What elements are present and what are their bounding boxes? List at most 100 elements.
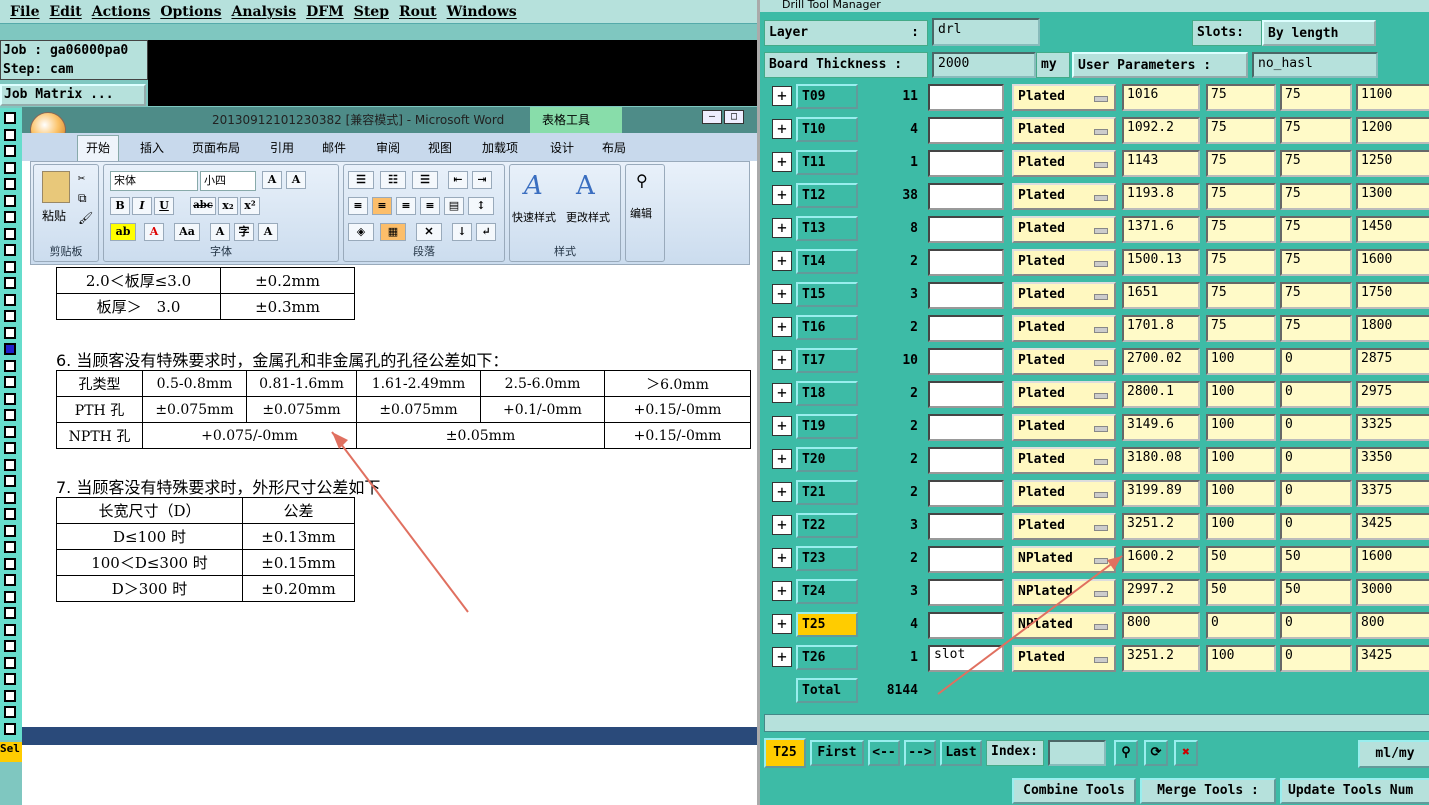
layer-square[interactable] bbox=[4, 260, 16, 273]
finish-size-field[interactable]: 2800.1 bbox=[1122, 381, 1200, 408]
bullets-icon[interactable]: ☰ bbox=[348, 171, 374, 189]
menu-edit[interactable]: Edit bbox=[49, 4, 81, 20]
show-marks-icon[interactable]: ↵ bbox=[476, 223, 496, 241]
plus-tol-field[interactable]: 50 bbox=[1206, 546, 1276, 573]
drill-size-field[interactable]: 1250 bbox=[1356, 150, 1429, 177]
minus-tol-field[interactable]: 50 bbox=[1280, 579, 1352, 606]
expand-icon[interactable]: + bbox=[772, 152, 792, 172]
change-case-icon[interactable]: A bbox=[262, 171, 282, 189]
layer-square[interactable] bbox=[4, 689, 16, 702]
tool-type-select[interactable]: Plated bbox=[1012, 315, 1116, 342]
tool-type-select[interactable]: NPlated bbox=[1012, 579, 1116, 606]
search-icon[interactable]: ⚲ bbox=[1114, 740, 1138, 766]
plus-tol-field[interactable]: 75 bbox=[1206, 117, 1276, 144]
layer-square[interactable] bbox=[4, 706, 16, 718]
tool-type-select[interactable]: Plated bbox=[1012, 348, 1116, 375]
tool-type-select[interactable]: NPlated bbox=[1012, 612, 1116, 639]
drill-size-field[interactable]: 800 bbox=[1356, 612, 1429, 639]
finish-size-field[interactable]: 3251.2 bbox=[1122, 645, 1200, 672]
tool-text-field[interactable] bbox=[928, 513, 1004, 540]
distributed-icon[interactable]: ▤ bbox=[444, 197, 464, 215]
layer-square[interactable] bbox=[4, 442, 16, 454]
expand-icon[interactable]: + bbox=[772, 548, 792, 568]
finish-size-field[interactable]: 1600.2 bbox=[1122, 546, 1200, 573]
layer-strip[interactable] bbox=[0, 108, 22, 740]
plus-tol-field[interactable]: 75 bbox=[1206, 315, 1276, 342]
drill-size-field[interactable]: 3425 bbox=[1356, 513, 1429, 540]
tool-button[interactable]: T17 bbox=[796, 348, 858, 373]
tab-layout[interactable]: 页面布局 bbox=[192, 139, 240, 156]
layer-square[interactable] bbox=[4, 409, 16, 421]
tool-button[interactable]: T12 bbox=[796, 183, 858, 208]
expand-icon[interactable]: + bbox=[772, 86, 792, 106]
font-color-icon[interactable]: A bbox=[144, 223, 164, 241]
layer-square[interactable] bbox=[4, 194, 16, 207]
plus-tol-field[interactable]: 75 bbox=[1206, 216, 1276, 243]
drill-size-field[interactable]: 1100 bbox=[1356, 84, 1429, 111]
edit-label[interactable]: 编辑 bbox=[630, 205, 652, 221]
layer-field[interactable]: drl bbox=[932, 18, 1040, 46]
plus-tol-field[interactable]: 0 bbox=[1206, 612, 1276, 639]
copy-icon[interactable]: ⧉ bbox=[78, 191, 87, 206]
tool-button[interactable]: T18 bbox=[796, 381, 858, 406]
menu-options[interactable]: Options bbox=[160, 4, 221, 20]
tab-design[interactable]: 设计 bbox=[550, 139, 574, 156]
char-shading-icon[interactable]: A bbox=[210, 223, 230, 241]
tool-text-field[interactable] bbox=[928, 348, 1004, 375]
tool-button[interactable]: T23 bbox=[796, 546, 858, 571]
sort-icon[interactable]: ↓ bbox=[452, 223, 472, 241]
layer-square[interactable] bbox=[4, 458, 16, 471]
layer-square[interactable] bbox=[4, 722, 16, 735]
minus-tol-field[interactable]: 0 bbox=[1280, 447, 1352, 474]
tool-text-field[interactable] bbox=[928, 612, 1004, 639]
tool-button[interactable]: T20 bbox=[796, 447, 858, 472]
unit-select[interactable]: ml/my bbox=[1358, 740, 1429, 768]
tool-text-field[interactable] bbox=[928, 579, 1004, 606]
tool-button[interactable]: T22 bbox=[796, 513, 858, 538]
refresh-icon[interactable]: ⟳ bbox=[1144, 740, 1168, 766]
plus-tol-field[interactable]: 75 bbox=[1206, 282, 1276, 309]
minus-tol-field[interactable]: 75 bbox=[1280, 216, 1352, 243]
find-binoculars-icon[interactable]: ⚲ bbox=[636, 171, 648, 190]
font-name-select[interactable]: 宋体 bbox=[110, 171, 198, 191]
paste-label[interactable]: 粘贴 bbox=[42, 207, 66, 224]
minus-tol-field[interactable]: 75 bbox=[1280, 150, 1352, 177]
justify-icon[interactable]: ≡ bbox=[420, 197, 440, 215]
table-tools-tab[interactable]: 表格工具 bbox=[530, 107, 622, 133]
update-tools-num-button[interactable]: Update Tools Num bbox=[1280, 778, 1429, 804]
plus-tol-field[interactable]: 50 bbox=[1206, 579, 1276, 606]
expand-icon[interactable]: + bbox=[772, 317, 792, 337]
menu-actions[interactable]: Actions bbox=[92, 4, 151, 20]
layer-square[interactable] bbox=[4, 293, 16, 306]
multilevel-list-icon[interactable]: ☰ bbox=[412, 171, 438, 189]
change-styles-label[interactable]: 更改样式 bbox=[566, 209, 610, 225]
enclose-char-icon[interactable]: 字 bbox=[234, 223, 254, 241]
tool-text-field[interactable] bbox=[928, 546, 1004, 573]
minus-tol-field[interactable]: 75 bbox=[1280, 117, 1352, 144]
minus-tol-field[interactable]: 75 bbox=[1280, 282, 1352, 309]
horizontal-scrollbar[interactable] bbox=[764, 714, 1429, 732]
tool-type-select[interactable]: Plated bbox=[1012, 84, 1116, 111]
layer-square[interactable] bbox=[4, 590, 16, 603]
layer-square[interactable] bbox=[4, 244, 16, 256]
menu-file[interactable]: File bbox=[10, 4, 39, 20]
layer-square[interactable] bbox=[4, 343, 16, 355]
tool-button[interactable]: T15 bbox=[796, 282, 858, 307]
drill-size-field[interactable]: 2975 bbox=[1356, 381, 1429, 408]
tool-text-field[interactable] bbox=[928, 183, 1004, 210]
plus-tol-field[interactable]: 75 bbox=[1206, 150, 1276, 177]
graphic-area[interactable] bbox=[148, 40, 757, 106]
tool-text-field[interactable] bbox=[928, 447, 1004, 474]
plus-tol-field[interactable]: 100 bbox=[1206, 645, 1276, 672]
menu-analysis[interactable]: Analysis bbox=[231, 4, 296, 20]
tab-home[interactable]: 开始 bbox=[77, 135, 120, 161]
tab-references[interactable]: 引用 bbox=[270, 139, 294, 156]
layer-square[interactable] bbox=[4, 640, 16, 652]
layer-square[interactable] bbox=[4, 425, 16, 438]
finish-size-field[interactable]: 1500.13 bbox=[1122, 249, 1200, 276]
clear-format-icon[interactable]: A bbox=[286, 171, 306, 189]
plus-tol-field[interactable]: 100 bbox=[1206, 348, 1276, 375]
expand-icon[interactable]: + bbox=[772, 647, 792, 667]
finish-size-field[interactable]: 3251.2 bbox=[1122, 513, 1200, 540]
finish-size-field[interactable]: 1143 bbox=[1122, 150, 1200, 177]
